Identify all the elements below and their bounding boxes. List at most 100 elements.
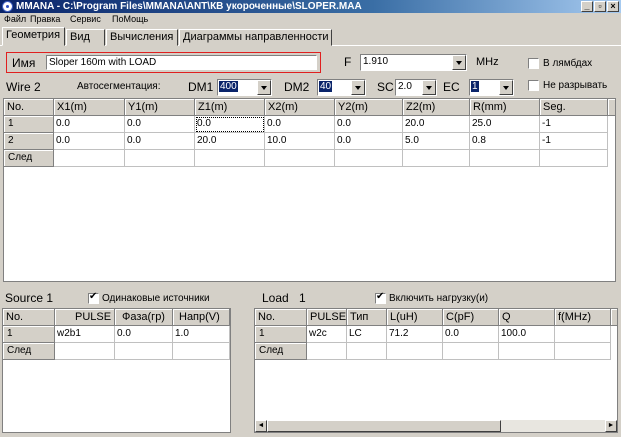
empty-cell[interactable] <box>387 343 443 360</box>
cell-z1[interactable]: 20.0 <box>195 133 265 150</box>
next-row-header[interactable]: След <box>255 343 307 360</box>
lambda-checkbox[interactable] <box>528 58 539 69</box>
same-sources-checkbox[interactable] <box>88 291 99 304</box>
empty-cell[interactable] <box>115 343 173 360</box>
empty-cell[interactable] <box>195 150 265 167</box>
tab-calculations[interactable]: Вычисления <box>106 29 178 46</box>
source-table[interactable]: No. PULSE Фаза(гр) Напр(V) 1 w2b1 0.0 1.… <box>2 308 231 433</box>
column-header[interactable]: Z1(m) <box>195 99 265 116</box>
restore-button[interactable]: ▫ <box>594 1 606 12</box>
empty-cell[interactable] <box>265 150 335 167</box>
column-header[interactable]: X2(m) <box>265 99 335 116</box>
column-header[interactable]: Тип <box>347 309 387 326</box>
name-input[interactable]: Sloper 160m with LOAD <box>46 55 317 70</box>
ec-dropdown-button[interactable] <box>499 80 513 95</box>
cell-x2[interactable]: 10.0 <box>265 133 335 150</box>
cell-r[interactable]: 0.8 <box>470 133 540 150</box>
cell-seg[interactable]: -1 <box>540 116 608 133</box>
empty-cell[interactable] <box>443 343 499 360</box>
column-header[interactable]: Seg. <box>540 99 608 116</box>
cell-voltage[interactable]: 1.0 <box>173 326 230 343</box>
dm2-combo[interactable]: 40 <box>317 79 366 96</box>
empty-cell[interactable] <box>125 150 195 167</box>
next-row-header[interactable]: След <box>3 343 55 360</box>
empty-cell[interactable] <box>307 343 347 360</box>
column-header[interactable]: PULSE <box>55 309 115 326</box>
cell-y1[interactable]: 0.0 <box>125 116 195 133</box>
nobreak-checkbox[interactable] <box>528 80 539 91</box>
cell-pulse[interactable]: w2c <box>307 326 347 343</box>
empty-cell[interactable] <box>55 343 115 360</box>
empty-cell[interactable] <box>335 150 403 167</box>
scroll-thumb[interactable] <box>267 420 501 432</box>
column-header[interactable]: f(MHz) <box>555 309 611 326</box>
menu-edit[interactable]: Правка <box>30 13 60 26</box>
minimize-button[interactable]: _ <box>581 1 593 12</box>
scroll-right-button[interactable]: ► <box>605 420 617 432</box>
column-header[interactable]: C(pF) <box>443 309 499 326</box>
cell-q[interactable]: 100.0 <box>499 326 555 343</box>
close-button[interactable]: × <box>607 1 619 12</box>
menu-help[interactable]: ПоМощь <box>112 13 148 26</box>
cell-pulse[interactable]: w2b1 <box>55 326 115 343</box>
cell-c[interactable]: 0.0 <box>443 326 499 343</box>
empty-cell[interactable] <box>540 150 608 167</box>
column-header[interactable]: Y1(m) <box>125 99 195 116</box>
cell-z1[interactable]: 0.0 <box>195 116 265 133</box>
cell-z2[interactable]: 20.0 <box>403 116 470 133</box>
tab-patterns[interactable]: Диаграммы направленности <box>179 29 332 46</box>
column-header[interactable]: Напр(V) <box>173 309 230 326</box>
cell-type[interactable]: LC <box>347 326 387 343</box>
row-number[interactable]: 1 <box>3 326 55 343</box>
dm1-combo[interactable]: 400 <box>217 79 272 96</box>
freq-dropdown-button[interactable] <box>452 55 466 70</box>
enable-load-checkbox[interactable] <box>375 291 386 304</box>
menu-service[interactable]: Сервис <box>70 13 101 26</box>
cell-y2[interactable]: 0.0 <box>335 133 403 150</box>
cell-x2[interactable]: 0.0 <box>265 116 335 133</box>
scroll-left-button[interactable]: ◄ <box>255 420 267 432</box>
row-number[interactable]: 2 <box>4 133 54 150</box>
sc-dropdown-button[interactable] <box>422 80 436 95</box>
column-header[interactable]: Z2(m) <box>403 99 470 116</box>
empty-cell[interactable] <box>499 343 555 360</box>
column-header[interactable]: No. <box>4 99 54 116</box>
cell-f[interactable] <box>555 326 611 343</box>
empty-cell[interactable] <box>54 150 125 167</box>
empty-cell[interactable] <box>173 343 230 360</box>
empty-cell[interactable] <box>470 150 540 167</box>
column-header[interactable]: Y2(m) <box>335 99 403 116</box>
column-header[interactable]: No. <box>255 309 307 326</box>
row-number[interactable]: 1 <box>255 326 307 343</box>
cell-z2[interactable]: 5.0 <box>403 133 470 150</box>
wire-table[interactable]: No. X1(m) Y1(m) Z1(m) X2(m) Y2(m) Z2(m) … <box>3 98 616 282</box>
next-row-header[interactable]: След <box>4 150 54 167</box>
cell-phase[interactable]: 0.0 <box>115 326 173 343</box>
empty-cell[interactable] <box>347 343 387 360</box>
column-header[interactable]: Q <box>499 309 555 326</box>
cell-r[interactable]: 25.0 <box>470 116 540 133</box>
empty-cell[interactable] <box>403 150 470 167</box>
tab-view[interactable]: Вид <box>66 29 105 46</box>
column-header[interactable]: R(mm) <box>470 99 540 116</box>
column-header[interactable]: No. <box>3 309 55 326</box>
sc-combo[interactable]: 2.0 <box>395 79 437 96</box>
column-header[interactable]: X1(m) <box>54 99 125 116</box>
cell-l[interactable]: 71.2 <box>387 326 443 343</box>
column-header[interactable]: PULSE <box>307 309 347 326</box>
empty-cell[interactable] <box>555 343 611 360</box>
row-number[interactable]: 1 <box>4 116 54 133</box>
column-header[interactable]: L(uH) <box>387 309 443 326</box>
cell-x1[interactable]: 0.0 <box>54 116 125 133</box>
dm1-dropdown-button[interactable] <box>257 80 271 95</box>
ec-combo[interactable]: 1 <box>469 79 514 96</box>
cell-y1[interactable]: 0.0 <box>125 133 195 150</box>
tab-geometry[interactable]: Геометрия <box>2 27 65 46</box>
column-header[interactable]: Фаза(гр) <box>115 309 173 326</box>
cell-seg[interactable]: -1 <box>540 133 608 150</box>
load-table[interactable]: No. PULSE Тип L(uH) C(pF) Q f(MHz) 1 w2c… <box>254 308 618 433</box>
cell-y2[interactable]: 0.0 <box>335 116 403 133</box>
freq-combo[interactable]: 1.910 <box>360 54 467 71</box>
menu-file[interactable]: Файл <box>4 13 26 26</box>
dm2-dropdown-button[interactable] <box>351 80 365 95</box>
